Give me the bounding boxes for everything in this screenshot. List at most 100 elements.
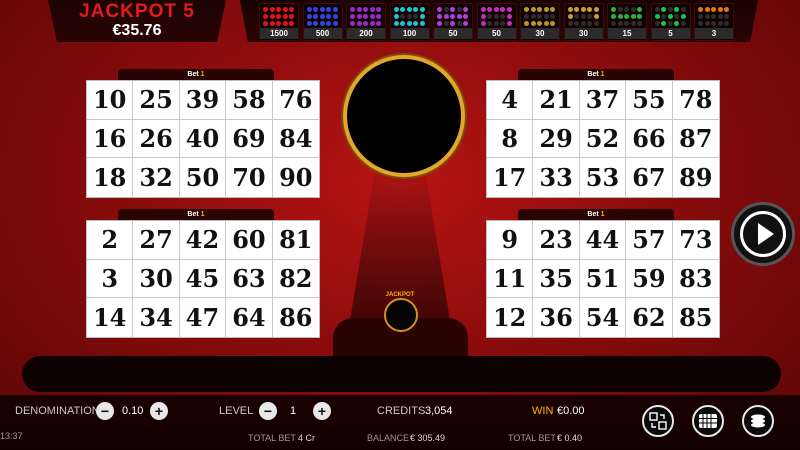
win-value: €0.00 (557, 405, 585, 417)
pattern-dot (550, 7, 556, 12)
card-bet-tab: Bet 1 (518, 69, 674, 80)
pattern-dot (543, 7, 549, 12)
pattern-dot (332, 21, 338, 26)
pattern-dot (587, 21, 593, 26)
pattern-dot (350, 7, 355, 12)
pattern-dot (593, 21, 599, 26)
card-number-cell: 54 (580, 298, 627, 337)
pattern-dot (369, 21, 375, 26)
pattern-payout: 30 (521, 28, 559, 39)
card-number-cell: 30 (133, 259, 180, 299)
pattern-dot (574, 21, 580, 26)
play-button[interactable] (731, 202, 795, 266)
card-number-cell: 62 (626, 298, 673, 337)
pattern-dot (443, 7, 449, 12)
card-swap-icon (649, 412, 667, 430)
pattern-dot (463, 21, 469, 26)
card-grid: 2 27 42 60 81 3 30 45 63 82 14 34 47 64 86 (86, 220, 320, 338)
pattern-5: 50 (433, 3, 473, 41)
pattern-dot (450, 7, 456, 12)
pattern-dot (400, 7, 406, 12)
pattern-dot (282, 21, 288, 26)
pattern-dot (587, 7, 593, 12)
denomination-minus-button[interactable]: − (96, 402, 114, 420)
card-number-cell: 69 (226, 119, 273, 159)
card-number-cell: 60 (226, 221, 273, 260)
pattern-dot (437, 14, 442, 19)
pattern-dot (456, 21, 462, 26)
bet-value: 1 (600, 71, 605, 78)
pattern-dot (637, 7, 643, 12)
bottom-bar: DENOMINATION − 0.10 + LEVEL − 1 + CREDIT… (0, 395, 800, 450)
bingo-card-1[interactable]: Bet 1 10 25 39 58 76 16 26 40 69 84 18 32 50 70 90 (86, 69, 320, 202)
bingo-card-2[interactable]: Bet 1 4 21 37 55 78 8 29 52 66 87 17 33 53 67 89 (486, 69, 720, 202)
card-number-cell: 82 (272, 260, 319, 299)
total-bet-label-eur: TOTAL BET (508, 433, 556, 443)
pattern-dot (617, 7, 623, 12)
card-number-cell: 87 (672, 120, 719, 159)
bingo-card-4[interactable]: Bet 1 9 23 44 57 73 11 35 51 59 83 12 36 54 62 85 (486, 209, 720, 342)
card-number-cell: 81 (272, 221, 319, 260)
pattern-dot (276, 14, 282, 19)
denomination-plus-button[interactable]: + (150, 402, 168, 420)
pattern-dot (406, 21, 412, 26)
bet-label: Bet (587, 71, 599, 78)
card-number-cell: 26 (133, 119, 180, 159)
pattern-dot (406, 14, 412, 19)
card-number-cell: 21 (533, 81, 580, 120)
pattern-grid (350, 7, 382, 27)
card-number-cell: 33 (533, 158, 580, 197)
pattern-dot (680, 7, 686, 12)
card-number-cell: 57 (626, 221, 673, 260)
cards-grid-button[interactable] (692, 405, 724, 437)
pattern-dot (276, 21, 282, 26)
level-plus-button[interactable]: + (313, 402, 331, 420)
pattern-dot (326, 14, 332, 19)
balance-label: BALANCE (367, 433, 410, 443)
pattern-dot (593, 14, 599, 19)
card-number-cell: 85 (679, 303, 713, 333)
pattern-dot (667, 21, 673, 26)
pattern-1: 1500 (259, 3, 299, 41)
pattern-dot (419, 21, 425, 26)
pattern-dot (413, 14, 419, 19)
card-number-cell: 44 (579, 221, 627, 260)
card-number-cell: 40 (179, 119, 227, 159)
pattern-dot (463, 14, 469, 19)
bingo-card-3[interactable]: Bet 1 2 27 42 60 81 3 30 45 63 82 14 34 47 64 86 (86, 209, 320, 342)
pattern-dot (282, 7, 288, 12)
pattern-dot (263, 21, 268, 26)
jackpot-panel: JACKPOT 5 €35.76 (48, 0, 226, 42)
pattern-dot (717, 7, 723, 12)
card-number-cell: 36 (533, 298, 580, 337)
paytable-patterns: 1500 500 200 100 50 50 30 30 15 5 3 (240, 0, 758, 42)
balance-value: € 305.49 (410, 433, 446, 443)
card-number-cell: 52 (579, 119, 627, 159)
level-minus-button[interactable]: − (259, 402, 277, 420)
card-number-cell: 45 (179, 259, 227, 299)
pattern-dot (456, 7, 462, 12)
pattern-dot (506, 7, 512, 12)
menu-button[interactable] (742, 405, 774, 437)
pattern-dot (493, 7, 499, 12)
card-change-button[interactable] (642, 405, 674, 437)
pattern-payout: 50 (434, 28, 472, 39)
card-number-cell: 39 (179, 81, 227, 120)
pattern-dot (537, 21, 543, 26)
pattern-dot (332, 7, 338, 12)
card-number-cell: 86 (279, 303, 313, 333)
card-number-cell: 83 (672, 260, 719, 299)
pattern-dot (413, 7, 419, 12)
card-number-cell: 8 (487, 119, 534, 159)
pattern-dot (480, 7, 486, 12)
card-number-cell: 55 (626, 81, 673, 120)
pattern-dot (332, 14, 338, 19)
card-number-cell: 70 (226, 158, 273, 197)
drawn-ball-display (343, 55, 465, 177)
card-number-cell: 50 (180, 158, 227, 197)
pattern-payout: 50 (477, 28, 516, 39)
pattern-dot (624, 7, 630, 12)
pattern-dot (413, 21, 419, 26)
pattern-dot (580, 21, 586, 26)
pattern-grid (567, 7, 600, 27)
